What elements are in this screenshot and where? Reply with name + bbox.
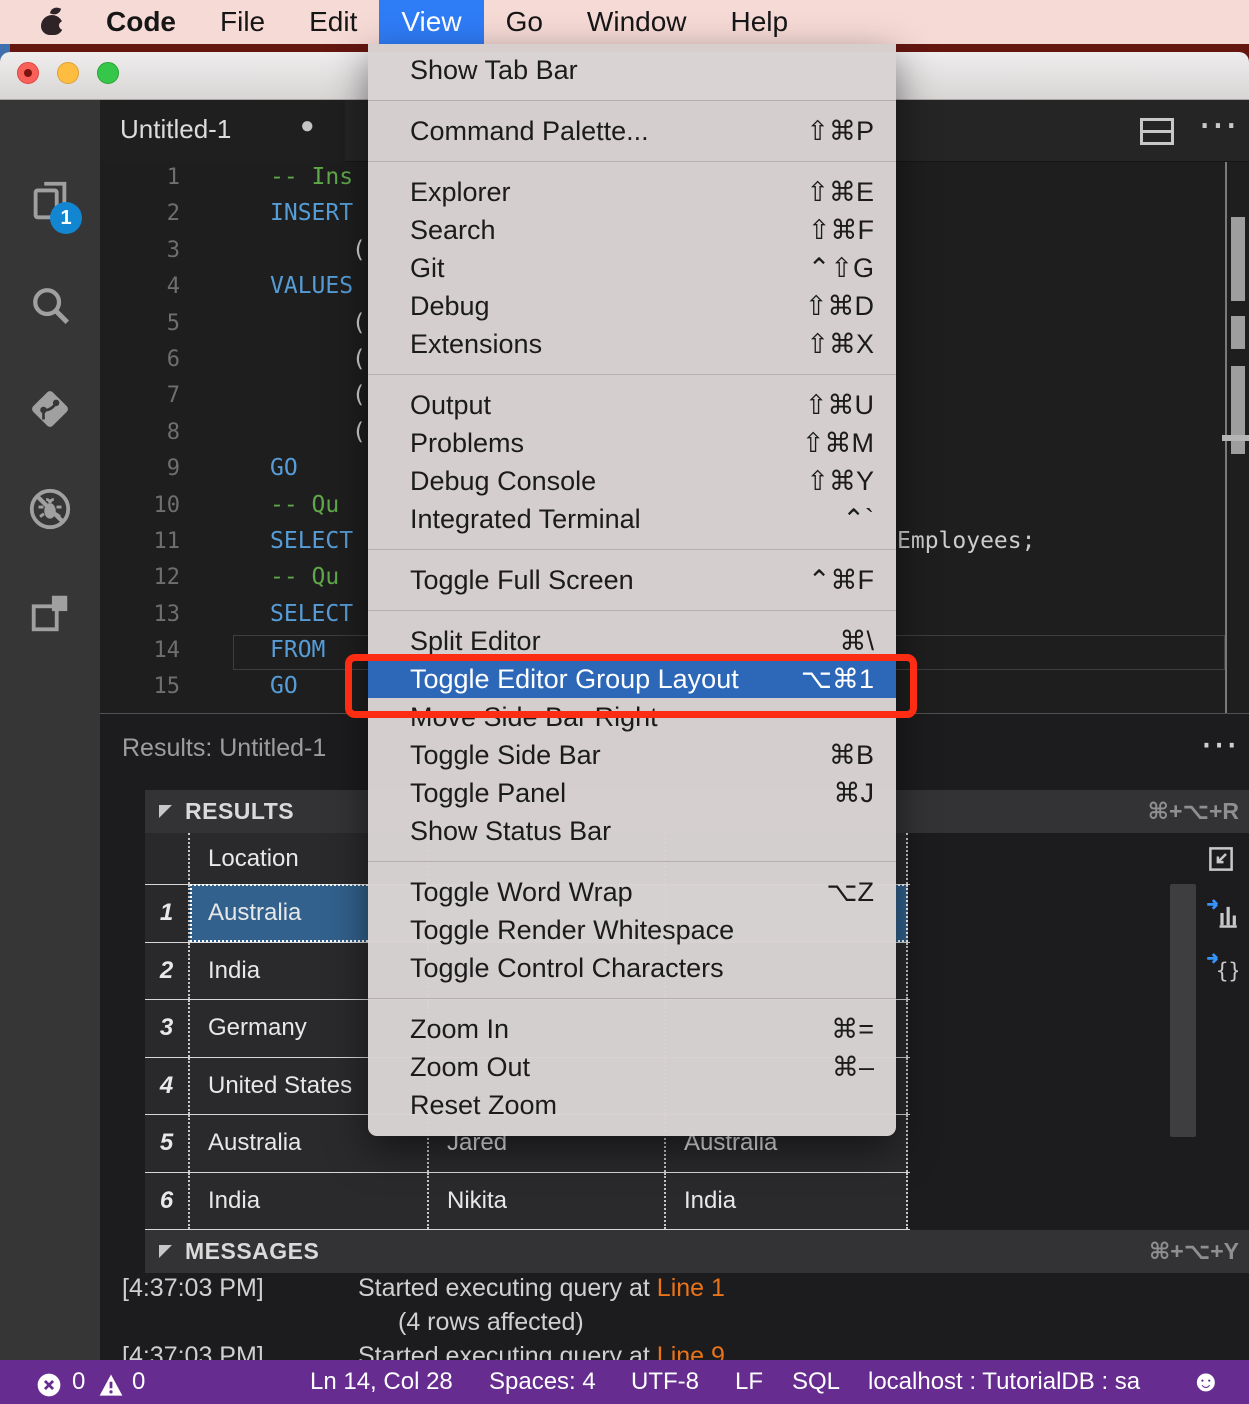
messages-list: [4:37:03 PM] Started executing query at … — [100, 1274, 1249, 1364]
menu-item-toggle-word-wrap[interactable]: Toggle Word Wrap⌥Z — [368, 873, 896, 911]
menu-separator — [368, 374, 896, 375]
view-dropdown-menu: Show Tab Bar Command Palette...⇧⌘P Explo… — [368, 44, 896, 1136]
menu-item-zoom-out[interactable]: Zoom Out⌘– — [368, 1048, 896, 1086]
collapse-triangle-icon — [159, 1245, 172, 1258]
menu-separator — [368, 610, 896, 611]
eol-setting[interactable]: LF — [735, 1360, 763, 1404]
menu-item-output[interactable]: Output⇧⌘U — [368, 386, 896, 424]
dirty-indicator-icon: ● — [300, 112, 315, 140]
grid-scrollbar[interactable] — [1170, 884, 1196, 1137]
debug-disabled-icon[interactable] — [27, 486, 73, 532]
menu-separator — [368, 861, 896, 862]
results-shortcut: ⌘+⌥+R — [1148, 798, 1239, 825]
menu-item-command-palette[interactable]: Command Palette...⇧⌘P — [368, 112, 896, 150]
scrollbar-viewport-mark — [1222, 435, 1249, 441]
menu-item-reset-zoom[interactable]: Reset Zoom — [368, 1086, 896, 1124]
menubar-item-help[interactable]: Help — [709, 0, 811, 44]
menu-item-toggle-control-characters[interactable]: Toggle Control Characters — [368, 949, 896, 987]
extensions-icon[interactable] — [27, 590, 73, 636]
menu-item-debug-console[interactable]: Debug Console⇧⌘Y — [368, 462, 896, 500]
menubar-item-window[interactable]: Window — [565, 0, 709, 44]
menu-item-toggle-render-whitespace[interactable]: Toggle Render Whitespace — [368, 911, 896, 949]
tab-untitled-1[interactable]: Untitled-1 ● — [100, 100, 345, 162]
message-line: [4:37:03 PM] Started executing query at … — [100, 1274, 1249, 1308]
menu-item-toggle-side-bar[interactable]: Toggle Side Bar⌘B — [368, 736, 896, 774]
menubar-item-edit[interactable]: Edit — [287, 0, 379, 44]
menu-item-debug[interactable]: Debug⇧⌘D — [368, 287, 896, 325]
svg-text:{}: {} — [1216, 959, 1238, 983]
menu-item-extensions[interactable]: Extensions⇧⌘X — [368, 325, 896, 363]
split-editor-icon[interactable] — [1140, 118, 1174, 145]
minimize-button[interactable] — [57, 62, 79, 84]
menu-item-explorer[interactable]: Explorer⇧⌘E — [368, 173, 896, 211]
encoding[interactable]: UTF-8 — [631, 1360, 699, 1404]
menubar-item-code[interactable]: Code — [84, 0, 198, 44]
close-button[interactable] — [17, 62, 39, 84]
collapse-triangle-icon — [159, 805, 172, 818]
results-more-actions-icon[interactable]: ⋯ — [1200, 722, 1240, 767]
warnings-count[interactable]: 0 — [132, 1360, 145, 1404]
messages-shortcut: ⌘+⌥+Y — [1149, 1238, 1239, 1265]
status-bar: 0 0 Ln 14, Col 28 Spaces: 4 UTF-8 LF SQL… — [0, 1360, 1249, 1404]
explorer-badge: 1 — [50, 202, 82, 234]
line-link[interactable]: Line 1 — [657, 1274, 725, 1302]
view-as-chart-icon[interactable] — [1206, 897, 1240, 931]
menubar-item-view[interactable]: View — [379, 0, 483, 44]
search-icon[interactable] — [27, 282, 73, 328]
connection-status[interactable]: localhost : TutorialDB : sa — [868, 1360, 1140, 1404]
menu-item-toggle-panel[interactable]: Toggle Panel⌘J — [368, 774, 896, 812]
grid-row-6[interactable]: 6 India Nikita India — [145, 1173, 910, 1231]
editor-more-actions-icon[interactable]: ⋯ — [1198, 102, 1241, 148]
errors-icon[interactable] — [36, 1369, 62, 1404]
menu-item-problems[interactable]: Problems⇧⌘M — [368, 424, 896, 462]
messages-section-header[interactable]: MESSAGES ⌘+⌥+Y — [145, 1230, 1249, 1273]
menu-item-integrated-terminal[interactable]: Integrated Terminal⌃` — [368, 500, 896, 538]
zoom-button[interactable] — [97, 62, 119, 84]
save-as-json-icon[interactable]: {} — [1206, 951, 1240, 985]
scrollbar-decoration — [1231, 316, 1245, 349]
language-mode[interactable]: SQL — [792, 1360, 840, 1404]
menu-item-show-tab-bar[interactable]: Show Tab Bar — [368, 51, 896, 89]
scrollbar-decoration — [1231, 217, 1245, 301]
errors-count[interactable]: 0 — [72, 1360, 85, 1404]
menu-item-search[interactable]: Search⇧⌘F — [368, 211, 896, 249]
apple-menu-icon[interactable] — [40, 7, 64, 37]
indentation-setting[interactable]: Spaces: 4 — [489, 1360, 596, 1404]
menu-item-toggle-full-screen[interactable]: Toggle Full Screen⌃⌘F — [368, 561, 896, 599]
menubar-item-file[interactable]: File — [198, 0, 287, 44]
screen: Code File Edit View Go Window Help 1 — [0, 0, 1249, 1404]
menu-separator — [368, 161, 896, 162]
activity-bar: 1 — [0, 100, 100, 1360]
highlight-annotation-box — [345, 654, 917, 718]
macos-menubar: Code File Edit View Go Window Help — [0, 0, 1249, 44]
menu-separator — [368, 100, 896, 101]
cursor-position[interactable]: Ln 14, Col 28 — [310, 1360, 453, 1404]
scrollbar-decoration — [1231, 441, 1245, 454]
menu-item-zoom-in[interactable]: Zoom In⌘= — [368, 1010, 896, 1048]
menu-separator — [368, 998, 896, 999]
git-icon[interactable] — [27, 386, 73, 432]
results-panel-title: Results: Untitled-1 — [122, 734, 326, 763]
menu-item-git[interactable]: Git⌃⇧G — [368, 249, 896, 287]
menu-separator — [368, 549, 896, 550]
tab-label: Untitled-1 — [120, 114, 231, 145]
feedback-smiley-icon[interactable]: ☻ — [1190, 1360, 1222, 1404]
menu-item-show-status-bar[interactable]: Show Status Bar — [368, 812, 896, 850]
restore-panel-icon[interactable] — [1206, 844, 1240, 878]
warnings-icon[interactable] — [98, 1369, 124, 1404]
message-line: (4 rows affected) — [100, 1308, 1249, 1342]
scrollbar-decoration — [1231, 366, 1245, 435]
menubar-item-go[interactable]: Go — [484, 0, 565, 44]
